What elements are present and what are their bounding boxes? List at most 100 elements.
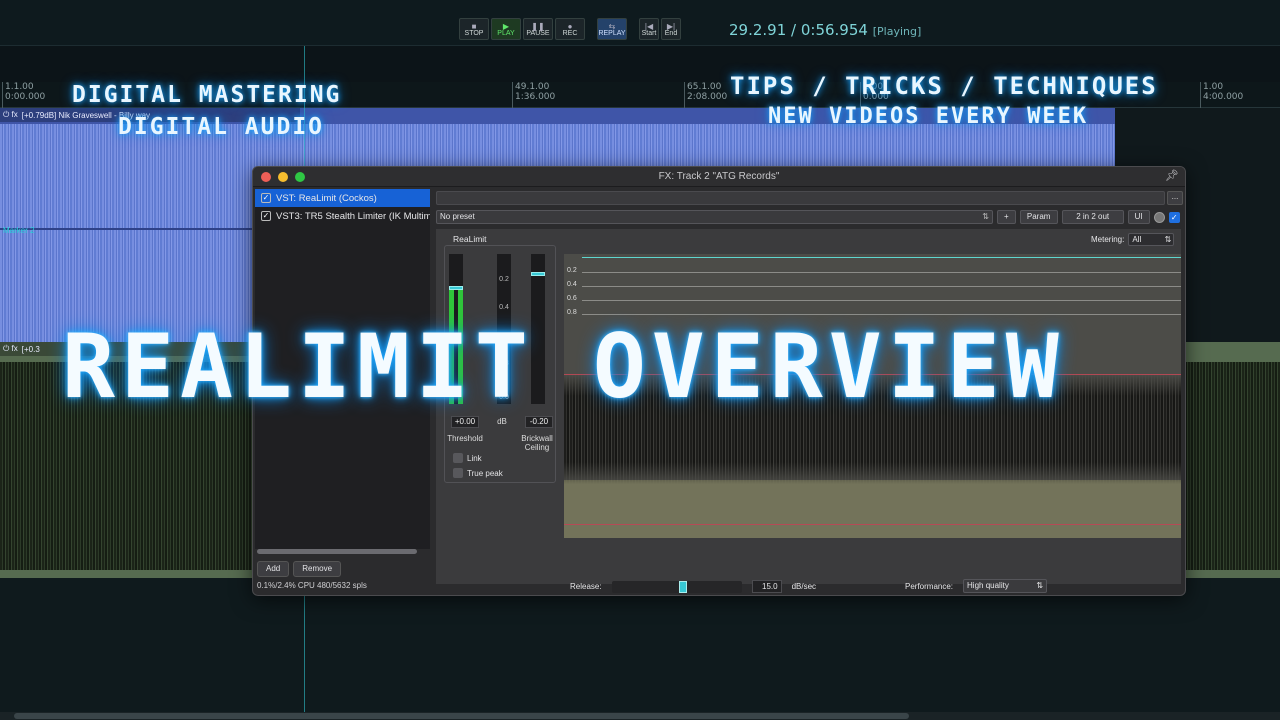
bypass-checkbox[interactable]: ✓	[1168, 211, 1180, 223]
start-label: Start	[641, 30, 657, 37]
fx-name: VST: ReaLimit (Cockos)	[276, 192, 377, 204]
performance-control: Performance: High quality ⇅	[905, 579, 1048, 593]
wet-knob-icon[interactable]	[1153, 211, 1165, 223]
link-label: Link	[467, 453, 482, 463]
release-unit: dB/sec	[791, 582, 817, 591]
threshold-line-lower	[564, 524, 1181, 525]
performance-value: High quality	[967, 581, 1009, 590]
replay-label: REPLAY	[598, 30, 626, 37]
more-button[interactable]: ...	[1167, 191, 1183, 205]
overlay-digital-mastering: DIGITAL MASTERING	[72, 82, 342, 108]
ceiling-slider-handle[interactable]	[531, 271, 545, 276]
go-start-button[interactable]: |◀ Start	[639, 18, 659, 40]
release-control: Release: 15.0 dB/sec	[570, 580, 816, 593]
performance-label: Performance:	[905, 581, 954, 591]
release-value[interactable]: 15.0	[751, 580, 782, 593]
fx-chain-item[interactable]: ✓ VST: ReaLimit (Cockos)	[255, 189, 430, 207]
threshold-slider-handle[interactable]	[449, 286, 463, 291]
replay-button[interactable]: ⇆ REPLAY	[597, 18, 627, 40]
link-option[interactable]: Link	[453, 453, 482, 463]
ruler-mark: 65.1.00 2:08.000	[684, 82, 727, 108]
grid-label: 0.4	[567, 281, 577, 288]
metering-label: Metering:	[1091, 235, 1125, 244]
cpu-readout: 0.1%/2.4% CPU 480/5632 spls	[257, 581, 367, 590]
dropdown-arrow-icon: ⇅	[1164, 235, 1172, 244]
grid-label: 0.6	[567, 295, 577, 302]
truepeak-option[interactable]: True peak	[453, 468, 503, 478]
transport-buttons: ■ STOP ▶ PLAY ❚❚ PAUSE ● REC ⇆ REPLAY |◀ Start…	[459, 18, 681, 40]
pause-button[interactable]: ❚❚ PAUSE	[523, 18, 553, 40]
release-label: Release:	[570, 582, 602, 591]
ceiling-line	[582, 257, 1181, 258]
checkbox-icon[interactable]: ✓	[261, 211, 271, 221]
end-label: End	[664, 30, 678, 37]
grid-line	[582, 300, 1181, 301]
fx-name: VST3: TR5 Stealth Limiter (IK Multimedia…	[276, 210, 430, 222]
ui-button[interactable]: UI	[1127, 210, 1150, 224]
item-label: [+0.3	[21, 344, 40, 354]
transport-bar: ■ STOP ▶ PLAY ❚❚ PAUSE ● REC ⇆ REPLAY |◀ Start…	[0, 0, 1280, 46]
stop-button[interactable]: ■ STOP	[459, 18, 489, 40]
play-icon: ▶	[502, 22, 510, 31]
remove-fx-button[interactable]: Remove	[293, 561, 342, 577]
record-button[interactable]: ● REC	[555, 18, 585, 40]
metering-value: All	[1132, 235, 1142, 244]
window-title: FX: Track 2 "ATG Records"	[658, 171, 780, 182]
go-end-button[interactable]: ▶| End	[661, 18, 681, 40]
replay-icon: ⇆	[608, 22, 616, 31]
ruler-mark: 1.00 4:00.000	[1200, 82, 1243, 108]
stop-label: STOP	[464, 30, 484, 37]
fx-icon[interactable]: ⏻ fx	[3, 110, 18, 120]
fx-window-titlebar[interactable]: FX: Track 2 "ATG Records" 📌︎	[253, 167, 1185, 187]
preset-dropdown[interactable]: No preset ⇅	[436, 210, 993, 224]
ruler-mark: 1.1.00 0:00.000	[2, 82, 45, 108]
marker-label[interactable]: Marker 2	[3, 226, 35, 235]
headline-title: REALIMIT OVERVIEW	[62, 315, 1065, 418]
skip-forward-icon: ▶|	[666, 22, 676, 31]
add-fx-button[interactable]: Add	[257, 561, 290, 577]
history-floor	[564, 480, 1181, 538]
add-preset-button[interactable]: +	[997, 210, 1016, 224]
performance-dropdown[interactable]: High quality ⇅	[963, 579, 1048, 593]
play-button[interactable]: ▶ PLAY	[491, 18, 521, 40]
fx-list-scrollbar[interactable]	[257, 549, 417, 554]
skip-back-icon: |◀	[644, 22, 654, 31]
grid-line	[582, 272, 1181, 273]
stop-icon: ■	[471, 22, 477, 31]
pause-icon: ❚❚	[531, 22, 545, 31]
ceiling-label: Brickwall Ceiling	[521, 434, 553, 452]
metering-dropdown[interactable]: All ⇅	[1128, 233, 1175, 246]
metering-control: Metering: All ⇅	[1091, 233, 1175, 246]
param-button[interactable]: Param	[1019, 210, 1058, 224]
play-label: PLAY	[497, 30, 515, 37]
release-slider-handle[interactable]	[678, 580, 687, 593]
link-checkbox[interactable]	[453, 453, 463, 463]
play-state: [Playing]	[872, 25, 922, 38]
daw-screen: ■ STOP ▶ PLAY ❚❚ PAUSE ● REC ⇆ REPLAY |◀ Start…	[0, 0, 1280, 720]
plugin-name: ReaLimit	[453, 234, 487, 244]
pin-icon[interactable]: 📌︎	[1165, 169, 1179, 182]
dropdown-arrow-icon: ⇅	[1036, 581, 1044, 590]
fx-icon[interactable]: ⏻ fx	[3, 344, 18, 354]
ruler-mark: 49.1.00 1:36.000	[512, 82, 555, 108]
checkbox-icon[interactable]: ✓	[261, 193, 271, 203]
horizontal-scrollbar[interactable]	[0, 712, 1280, 720]
dropdown-arrow-icon: ⇅	[982, 212, 989, 221]
db-unit: dB	[497, 417, 507, 426]
pause-label: PAUSE	[526, 30, 550, 37]
scroll-thumb[interactable]	[14, 713, 909, 719]
preset-row: No preset ⇅ + Param 2 in 2 out UI ✓	[436, 210, 1180, 224]
fx-name-field[interactable]	[436, 191, 1165, 205]
record-label: REC	[562, 30, 578, 37]
fx-chain-item[interactable]: ✓ VST3: TR5 Stealth Limiter (IK Multimedi…	[255, 207, 430, 225]
time-position: 29.2.91 / 0:56.954	[729, 21, 868, 39]
grid-line	[582, 286, 1181, 287]
preset-value: No preset	[440, 212, 475, 221]
truepeak-checkbox[interactable]	[453, 468, 463, 478]
release-slider[interactable]	[611, 580, 742, 593]
overlay-tips: TIPS / TRICKS / TECHNIQUES	[730, 72, 1158, 100]
time-display: 29.2.91 / 0:56.954 [Playing]	[729, 21, 921, 39]
pin-connector-button[interactable]: 2 in 2 out	[1061, 210, 1124, 224]
